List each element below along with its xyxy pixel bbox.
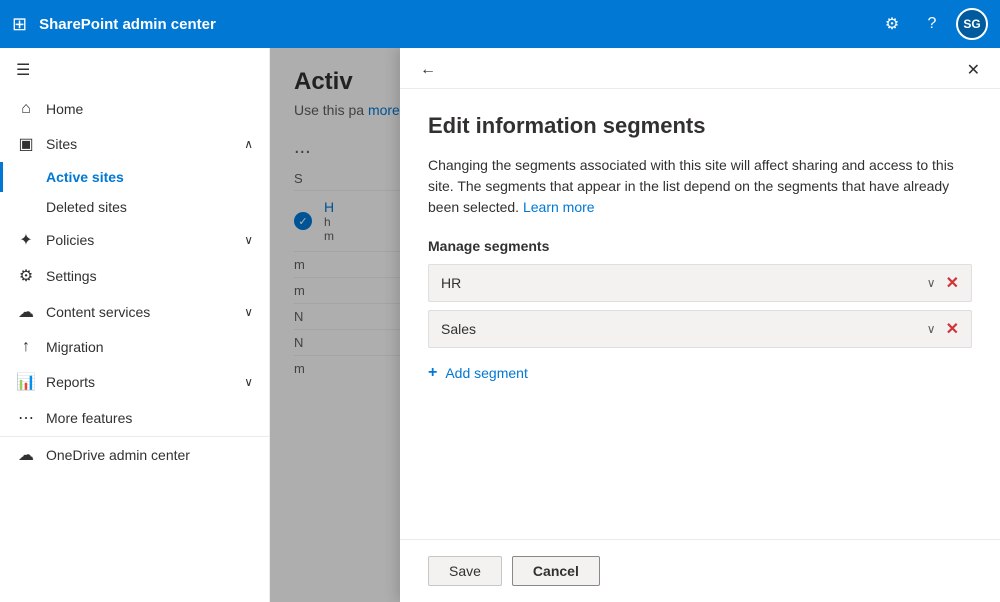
panel-back-button[interactable]: ←	[420, 61, 436, 79]
save-button[interactable]: Save	[428, 556, 502, 586]
sidebar-item-label: Reports	[46, 374, 95, 390]
panel-content: Edit information segments Changing the s…	[400, 89, 1000, 539]
plus-icon: +	[428, 364, 437, 382]
sidebar-item-label: Sites	[46, 136, 77, 152]
segment-sales-delete-button[interactable]: ✕	[946, 319, 959, 339]
help-icon[interactable]: ?	[916, 8, 948, 40]
settings-nav-icon: ⚙	[16, 266, 36, 286]
panel-desc-text: Changing the segments associated with th…	[428, 157, 954, 215]
sidebar-item-more-features[interactable]: ⋯ More features	[0, 400, 269, 436]
sidebar-item-label: Policies	[46, 232, 94, 248]
cancel-button[interactable]: Cancel	[512, 556, 600, 586]
reports-icon: 📊	[16, 372, 36, 392]
sidebar-sub-label: Active sites	[46, 169, 124, 185]
main-layout: ☰ ⌂ Home ▣ Sites ∧ Active sites Deleted …	[0, 48, 1000, 602]
sidebar-item-label: Home	[46, 101, 83, 117]
policies-icon: ✦	[16, 230, 36, 250]
add-segment-label: Add segment	[445, 365, 528, 381]
top-bar-right: ⚙ ? SG	[876, 8, 988, 40]
sidebar-item-content-services[interactable]: ☁ Content services ∨	[0, 294, 269, 330]
panel-close-button[interactable]: ✕	[967, 60, 980, 80]
content-area: Activ Use this pa more ... S ✓ H h m m m…	[270, 48, 1000, 602]
segment-hr-label: HR	[441, 275, 927, 291]
sidebar-item-label: Settings	[46, 268, 97, 284]
manage-segments-label: Manage segments	[428, 238, 972, 254]
top-bar: ⊞ SharePoint admin center ⚙ ? SG	[0, 0, 1000, 48]
segment-hr-delete-button[interactable]: ✕	[946, 273, 959, 293]
waffle-icon[interactable]: ⊞	[12, 14, 27, 35]
more-features-icon: ⋯	[16, 408, 36, 428]
migration-icon: ↑	[16, 338, 36, 356]
chevron-down-icon: ∨	[244, 375, 253, 389]
top-bar-left: ⊞ SharePoint admin center	[12, 14, 216, 35]
segment-row-sales: Sales ∨ ✕	[428, 310, 972, 348]
panel-description: Changing the segments associated with th…	[428, 155, 972, 218]
sidebar-item-reports[interactable]: 📊 Reports ∨	[0, 364, 269, 400]
sidebar-bottom: ☁ OneDrive admin center	[0, 436, 269, 473]
chevron-down-icon: ∨	[244, 305, 253, 319]
sidebar-sub-label: Deleted sites	[46, 199, 127, 215]
sidebar-item-label: OneDrive admin center	[46, 447, 190, 463]
panel-title: Edit information segments	[428, 113, 972, 139]
home-icon: ⌂	[16, 100, 36, 118]
panel-overlay: ← ✕ Edit information segments Changing t…	[270, 48, 1000, 602]
sidebar-item-sites[interactable]: ▣ Sites ∧	[0, 126, 269, 162]
sidebar-item-label: Migration	[46, 339, 104, 355]
sidebar-item-settings[interactable]: ⚙ Settings	[0, 258, 269, 294]
add-segment-button[interactable]: + Add segment	[428, 356, 528, 390]
sidebar-item-label: Content services	[46, 304, 150, 320]
settings-icon[interactable]: ⚙	[876, 8, 908, 40]
sites-icon: ▣	[16, 134, 36, 154]
segment-row-hr: HR ∨ ✕	[428, 264, 972, 302]
avatar[interactable]: SG	[956, 8, 988, 40]
segment-chevron-icon: ∨	[927, 276, 936, 290]
sidebar-item-migration[interactable]: ↑ Migration	[0, 330, 269, 364]
sidebar-item-active-sites[interactable]: Active sites	[0, 162, 269, 192]
panel-footer: Save Cancel	[400, 539, 1000, 602]
learn-more-link[interactable]: Learn more	[523, 199, 595, 215]
sidebar: ☰ ⌂ Home ▣ Sites ∧ Active sites Deleted …	[0, 48, 270, 602]
sidebar-item-deleted-sites[interactable]: Deleted sites	[0, 192, 269, 222]
onedrive-icon: ☁	[16, 445, 36, 465]
segment-sales-label: Sales	[441, 321, 927, 337]
sidebar-item-policies[interactable]: ✦ Policies ∨	[0, 222, 269, 258]
chevron-up-icon: ∧	[244, 137, 253, 151]
sidebar-toggle[interactable]: ☰	[0, 48, 269, 92]
panel: ← ✕ Edit information segments Changing t…	[400, 48, 1000, 602]
chevron-down-icon: ∨	[244, 233, 253, 247]
panel-header: ← ✕	[400, 48, 1000, 89]
segment-chevron-icon: ∨	[927, 322, 936, 336]
content-services-icon: ☁	[16, 302, 36, 322]
sidebar-item-onedrive[interactable]: ☁ OneDrive admin center	[0, 437, 269, 473]
sidebar-item-label: More features	[46, 410, 132, 426]
app-title: SharePoint admin center	[39, 16, 216, 33]
sidebar-item-home[interactable]: ⌂ Home	[0, 92, 269, 126]
